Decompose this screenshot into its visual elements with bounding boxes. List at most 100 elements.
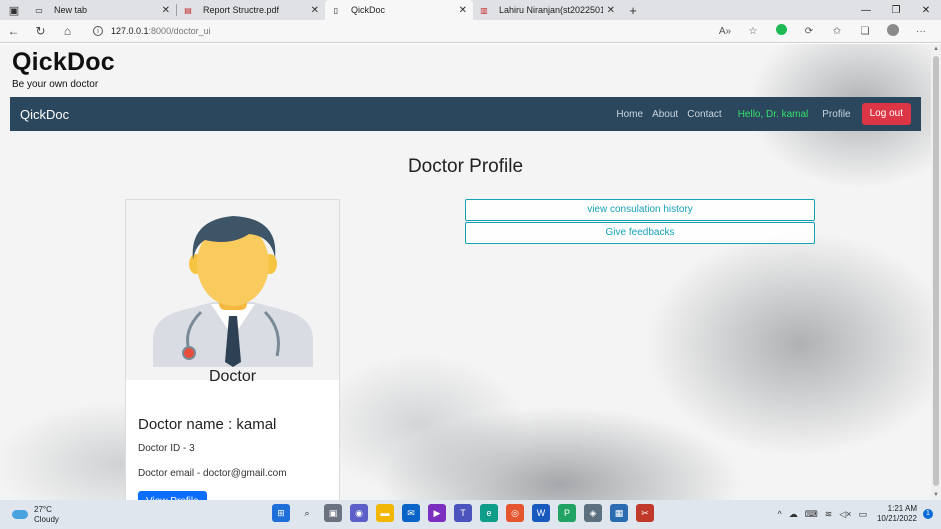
favorites-icon[interactable]: ✩ xyxy=(823,26,851,37)
word-app-icon[interactable]: W xyxy=(532,504,550,522)
tab-new-tab[interactable]: ▭ New tab ✕ xyxy=(28,0,176,20)
chevron-up-icon[interactable]: ^ xyxy=(777,509,781,519)
weather-condition: Cloudy xyxy=(34,514,59,524)
database-icon[interactable]: ◈ xyxy=(584,504,602,522)
file-explorer-icon[interactable]: ▬ xyxy=(376,504,394,522)
taskbar-apps: ⊞ ⌕ ▣ ◉ ▬ ✉ ▶ T e ◎ W P ◈ ▦ ✂ xyxy=(272,504,662,522)
more-icon[interactable]: ··· xyxy=(907,26,935,37)
page-icon: ▭ xyxy=(35,5,43,15)
photos-icon[interactable]: ▦ xyxy=(610,504,628,522)
doctor-card: Doctor Doctor name : kamal Doctor ID - 3… xyxy=(125,199,340,500)
refresh-icon[interactable]: ↻ xyxy=(27,24,54,38)
doctor-name: Doctor name : kamal xyxy=(138,416,277,433)
page-scrollbar[interactable]: ▲ ▼ xyxy=(931,44,941,500)
logout-button[interactable]: Log out xyxy=(861,103,911,125)
scrollbar-thumb[interactable] xyxy=(933,56,939,486)
battery-icon[interactable]: ▭ xyxy=(858,509,867,520)
url-host: 127.0.0.1 xyxy=(111,26,149,36)
navbar: QickDoc Home About Contact Hello, Dr. ka… xyxy=(10,97,921,131)
back-icon[interactable]: ← xyxy=(0,24,27,38)
tab-actions-icon[interactable]: ▣ xyxy=(0,0,28,20)
tab-title: Report Structre.pdf xyxy=(203,5,280,15)
task-view-icon[interactable]: ▣ xyxy=(324,504,342,522)
scroll-up-icon[interactable]: ▲ xyxy=(931,46,941,52)
taskbar: 27°C Cloudy ⊞ ⌕ ▣ ◉ ▬ ✉ ▶ T e ◎ W P ◈ ▦ … xyxy=(0,500,941,529)
tab-qickdoc[interactable]: ▯ QickDoc ✕ xyxy=(325,0,473,20)
close-window-icon[interactable]: ✕ xyxy=(911,5,941,16)
keyboard-icon[interactable]: ⌨ xyxy=(805,509,818,520)
close-icon[interactable]: ✕ xyxy=(162,5,170,16)
nav-home[interactable]: Home xyxy=(616,109,643,120)
browser-toolbar: A» ☆ ⟳ ✩ ❏ ··· xyxy=(711,23,941,39)
page-title: Doctor Profile xyxy=(407,156,524,177)
doctor-avatar-icon xyxy=(153,216,313,367)
tab-word-doc[interactable]: ▥ Lahiru Niranjan(st20225019).doc ✕ xyxy=(473,0,621,20)
site-header: QickDoc Be your own doctor xyxy=(12,48,115,90)
page-viewport: QickDoc Be your own doctor QickDoc Home … xyxy=(0,44,931,500)
clock-time: 1:21 AM xyxy=(887,504,917,513)
close-icon[interactable]: ✕ xyxy=(607,5,615,16)
search-icon[interactable]: ⌕ xyxy=(298,504,316,522)
give-feedbacks-button[interactable]: Give feedbacks xyxy=(465,222,815,244)
view-profile-button[interactable]: View Profile xyxy=(138,491,207,500)
profile-avatar-icon[interactable] xyxy=(879,23,907,39)
tab-title: Lahiru Niranjan(st20225019).doc xyxy=(499,5,603,15)
word-icon: ▥ xyxy=(480,5,488,15)
tab-report-pdf[interactable]: ▤ Report Structre.pdf ✕ xyxy=(177,0,325,20)
pdf-icon: ▤ xyxy=(184,5,192,15)
info-icon[interactable]: i xyxy=(93,26,103,36)
restore-icon[interactable]: ❐ xyxy=(881,5,911,16)
window-controls: — ❐ ✕ xyxy=(851,5,941,16)
new-tab-button[interactable]: + xyxy=(621,3,645,18)
consultation-history-button[interactable]: view consulation history xyxy=(465,199,815,221)
system-tray: ^ ☁ ⌨ ≋ ◁× ▭ 1:21 AM 10/21/2022 1 xyxy=(770,504,933,524)
onedrive-icon[interactable]: ☁ xyxy=(789,509,798,520)
extension-icon[interactable] xyxy=(767,24,795,38)
tab-title: New tab xyxy=(54,5,88,15)
notification-badge[interactable]: 1 xyxy=(923,509,933,519)
collections-icon[interactable]: ❏ xyxy=(851,26,879,37)
nav-about[interactable]: About xyxy=(652,109,678,120)
clock[interactable]: 1:21 AM 10/21/2022 xyxy=(877,504,917,524)
teams-icon[interactable]: T xyxy=(454,504,472,522)
clock-date: 10/21/2022 xyxy=(876,514,917,523)
doctor-image: Doctor xyxy=(126,200,339,385)
sync-icon[interactable]: ⟳ xyxy=(795,26,823,37)
tab-title: QickDoc xyxy=(351,5,386,15)
chat-icon[interactable]: ◉ xyxy=(350,504,368,522)
start-icon[interactable]: ⊞ xyxy=(272,504,290,522)
doctor-image-caption: Doctor xyxy=(208,368,257,385)
nav-profile[interactable]: Profile xyxy=(822,109,850,120)
wifi-icon[interactable]: ≋ xyxy=(825,509,833,520)
minimize-icon[interactable]: — xyxy=(851,5,881,16)
site-tagline: Be your own doctor xyxy=(12,79,99,90)
home-icon[interactable]: ⌂ xyxy=(54,24,81,38)
address-bar-row: ← ↻ ⌂ i 127.0.0.1:8000/doctor_ui A» ☆ ⟳ … xyxy=(0,20,941,43)
doctor-actions: view consulation history Give feedbacks xyxy=(465,199,815,245)
chrome-icon[interactable]: ◎ xyxy=(506,504,524,522)
weather-temp: 27°C xyxy=(34,504,52,514)
pycharm-icon[interactable]: P xyxy=(558,504,576,522)
nav-contact[interactable]: Contact xyxy=(687,109,721,120)
cloud-icon xyxy=(12,510,28,519)
close-icon[interactable]: ✕ xyxy=(459,5,467,16)
add-favorite-icon[interactable]: ☆ xyxy=(739,26,767,37)
doctor-id: Doctor ID - 3 xyxy=(138,443,195,454)
mail-icon[interactable]: ✉ xyxy=(402,504,420,522)
volume-icon[interactable]: ◁× xyxy=(839,509,851,520)
greeting-text: Hello, Dr. kamal xyxy=(737,108,809,120)
doctor-email: Doctor email - doctor@gmail.com xyxy=(138,468,287,479)
edge-icon[interactable]: e xyxy=(480,504,498,522)
navbar-brand[interactable]: QickDoc xyxy=(20,107,69,122)
url-path: :8000/doctor_ui xyxy=(148,26,211,36)
read-aloud-icon[interactable]: A» xyxy=(711,26,739,37)
weather-widget[interactable]: 27°C Cloudy xyxy=(12,505,59,525)
scroll-down-icon[interactable]: ▼ xyxy=(931,492,941,498)
snip-icon[interactable]: ✂ xyxy=(636,504,654,522)
browser-tab-bar: ▣ ▭ New tab ✕ ▤ Report Structre.pdf ✕ ▯ … xyxy=(0,0,941,20)
media-icon[interactable]: ▶ xyxy=(428,504,446,522)
site-title: QickDoc xyxy=(12,48,115,76)
navbar-links: Home About Contact Hello, Dr. kamal Prof… xyxy=(607,103,911,125)
close-icon[interactable]: ✕ xyxy=(311,5,319,16)
url-input[interactable]: i 127.0.0.1:8000/doctor_ui xyxy=(87,22,697,41)
